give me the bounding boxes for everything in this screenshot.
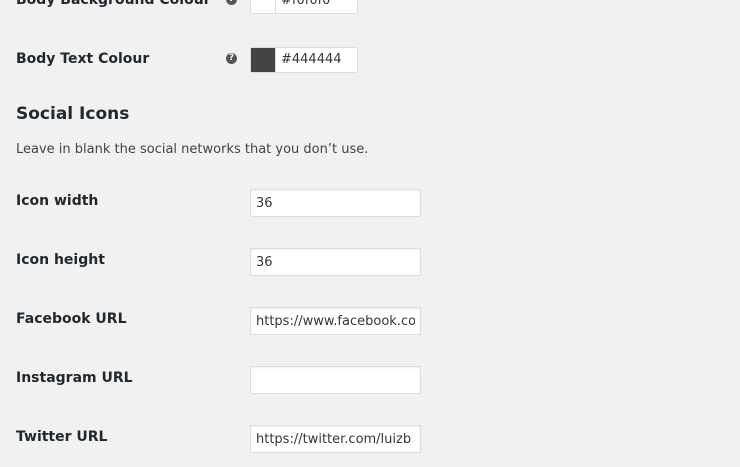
- icon-width-label: Icon width: [16, 193, 99, 209]
- body-background-colour-picker[interactable]: #f0f0f0: [250, 0, 358, 14]
- body-background-colour-swatch[interactable]: [251, 0, 276, 13]
- instagram-url-row: Instagram URL: [0, 366, 740, 394]
- body-text-colour-row: Body Text Colour ? #444444: [0, 47, 740, 73]
- social-icons-heading: Social Icons: [16, 104, 130, 124]
- body-text-colour-value[interactable]: #444444: [281, 52, 342, 67]
- social-icons-description: Leave in blank the social networks that …: [16, 142, 369, 157]
- icon-height-label: Icon height: [16, 252, 105, 268]
- body-background-colour-label: Body Background Colour: [16, 0, 211, 8]
- icon-width-row: Icon width: [0, 189, 740, 217]
- twitter-url-row: Twitter URL: [0, 425, 740, 453]
- help-icon[interactable]: ?: [226, 0, 237, 5]
- icon-width-input[interactable]: [250, 189, 421, 217]
- facebook-url-input[interactable]: [250, 307, 421, 335]
- instagram-url-label: Instagram URL: [16, 370, 133, 386]
- body-text-colour-swatch[interactable]: [251, 48, 276, 72]
- icon-height-input[interactable]: [250, 248, 421, 276]
- icon-height-row: Icon height: [0, 248, 740, 276]
- body-text-colour-label: Body Text Colour: [16, 51, 150, 67]
- facebook-url-row: Facebook URL: [0, 307, 740, 335]
- body-text-colour-picker[interactable]: #444444: [250, 47, 358, 73]
- facebook-url-label: Facebook URL: [16, 311, 127, 327]
- body-background-colour-row: Body Background Colour ? #f0f0f0: [0, 0, 740, 14]
- twitter-url-label: Twitter URL: [16, 429, 108, 445]
- body-background-colour-value[interactable]: #f0f0f0: [281, 0, 330, 8]
- instagram-url-input[interactable]: [250, 366, 421, 394]
- help-icon[interactable]: ?: [226, 53, 237, 64]
- twitter-url-input[interactable]: [250, 425, 421, 453]
